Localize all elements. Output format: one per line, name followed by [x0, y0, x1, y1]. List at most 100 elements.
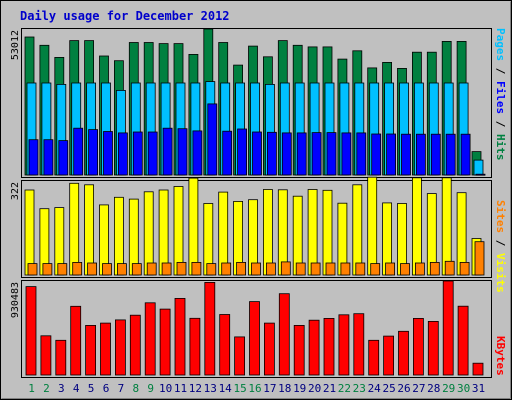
bar-kbytes-day-6 [100, 322, 111, 376]
bar-kbytes-day-20 [308, 319, 320, 376]
day-label-18: 18 [278, 382, 291, 395]
bar-kbytes-day-26 [398, 330, 409, 376]
bar-sites-day-2 [42, 263, 53, 276]
bar-sites-day-26 [400, 263, 410, 276]
bar-visits-day-10 [158, 189, 169, 276]
bar-sites-day-16 [251, 262, 261, 276]
day-label-28: 28 [427, 382, 440, 395]
daily-usage-chart: Daily usage for December 2012 53012 322 … [0, 0, 512, 400]
bar-sites-day-25 [385, 262, 396, 276]
day-label-30: 30 [457, 382, 470, 395]
bar-pages-day-23 [356, 132, 367, 176]
day-label-31: 31 [472, 382, 485, 395]
bar-kbytes-day-21 [323, 317, 335, 376]
bar-kbytes-day-12 [189, 317, 201, 376]
bar-kbytes-day-22 [338, 314, 350, 376]
legend-pages: Pages [494, 28, 507, 61]
day-label-5: 5 [88, 382, 95, 395]
bar-kbytes-day-5 [85, 324, 96, 376]
bar-pages-day-26 [401, 133, 411, 176]
bar-files-day-31 [473, 159, 484, 176]
bar-sites-day-5 [87, 262, 97, 276]
bar-pages-day-25 [386, 133, 397, 176]
bar-kbytes-day-10 [159, 308, 171, 376]
day-label-4: 4 [73, 382, 80, 395]
bar-kbytes-day-30 [457, 305, 469, 376]
panel-2-legend: Sites / Visits [494, 200, 507, 293]
day-label-24: 24 [368, 382, 382, 395]
bar-pages-day-22 [341, 132, 352, 176]
bar-pages-day-14 [222, 130, 233, 176]
bar-sites-day-12 [191, 261, 202, 276]
day-label-25: 25 [382, 382, 395, 395]
bar-sites-day-13 [206, 263, 217, 276]
bar-kbytes-day-7 [115, 319, 126, 376]
bar-sites-day-17 [265, 262, 276, 276]
bar-kbytes-day-11 [174, 297, 186, 376]
bar-pages-day-9 [147, 131, 158, 176]
bar-sites-day-8 [131, 263, 142, 276]
day-label-11: 11 [174, 382, 187, 395]
bar-visits-day-21 [322, 189, 333, 276]
day-label-2: 2 [43, 382, 50, 395]
bar-pages-day-4 [73, 127, 84, 176]
bar-kbytes-day-15 [234, 336, 246, 376]
legend-hits: Hits [494, 134, 507, 161]
bar-pages-day-30 [460, 133, 471, 176]
bar-pages-day-21 [326, 132, 337, 176]
bar-pages-day-31 [475, 173, 486, 176]
bar-kbytes-day-9 [144, 302, 156, 376]
bar-visits-day-24 [367, 176, 378, 276]
bar-visits-day-12 [188, 177, 199, 276]
day-label-10: 10 [159, 382, 172, 395]
bar-visits-day-14 [218, 191, 229, 276]
bar-kbytes-day-18 [278, 293, 290, 376]
bar-kbytes-day-19 [293, 324, 305, 376]
bar-kbytes-day-8 [129, 314, 141, 376]
bar-sites-day-1 [27, 263, 38, 276]
day-label-13: 13 [204, 382, 217, 395]
day-label-22: 22 [338, 382, 351, 395]
bar-sites-day-21 [325, 262, 336, 276]
bar-visits-day-4 [69, 182, 80, 276]
bar-kbytes-day-2 [40, 335, 52, 376]
legend-separator: / [494, 233, 507, 253]
bar-visits-day-1 [24, 189, 35, 276]
bar-sites-day-29 [444, 260, 455, 276]
bar-pages-day-5 [88, 129, 98, 176]
day-label-12: 12 [189, 382, 202, 395]
bar-sites-day-6 [102, 263, 112, 276]
bar-sites-day-18 [280, 261, 291, 276]
legend-sites: Sites [494, 200, 507, 233]
bar-sites-day-11 [176, 261, 187, 276]
bar-visits-day-11 [173, 186, 184, 276]
bar-sites-day-30 [459, 261, 470, 276]
bar-pages-day-24 [371, 133, 382, 176]
bar-kbytes-day-4 [70, 305, 82, 376]
bar-sites-day-24 [370, 263, 381, 276]
bar-pages-day-6 [103, 131, 113, 176]
bar-sites-day-10 [161, 262, 172, 276]
bar-pages-day-27 [415, 133, 426, 176]
bar-sites-day-14 [221, 262, 232, 276]
day-label-26: 26 [397, 382, 410, 395]
bar-pages-day-2 [43, 139, 54, 176]
bar-pages-day-10 [162, 127, 173, 176]
panel-3-max-label: 930483 [10, 282, 21, 318]
day-label-19: 19 [293, 382, 306, 395]
bar-kbytes-day-14 [219, 314, 231, 376]
bar-visits-day-9 [143, 191, 154, 276]
bar-kbytes-day-28 [427, 320, 439, 376]
legend-separator: / [494, 114, 507, 134]
bar-pages-day-3 [58, 140, 69, 176]
day-label-14: 14 [219, 382, 233, 395]
day-label-17: 17 [263, 382, 276, 395]
panel-1-max-label: 53012 [10, 30, 21, 60]
day-label-3: 3 [58, 382, 65, 395]
panel-2-max-label: 322 [10, 182, 21, 200]
bar-visits-day-20 [307, 189, 318, 276]
panel-3-legend: KBytes [494, 336, 507, 376]
bar-visits-day-23 [352, 184, 363, 276]
day-label-20: 20 [308, 382, 321, 395]
legend-kbytes: KBytes [494, 336, 507, 376]
